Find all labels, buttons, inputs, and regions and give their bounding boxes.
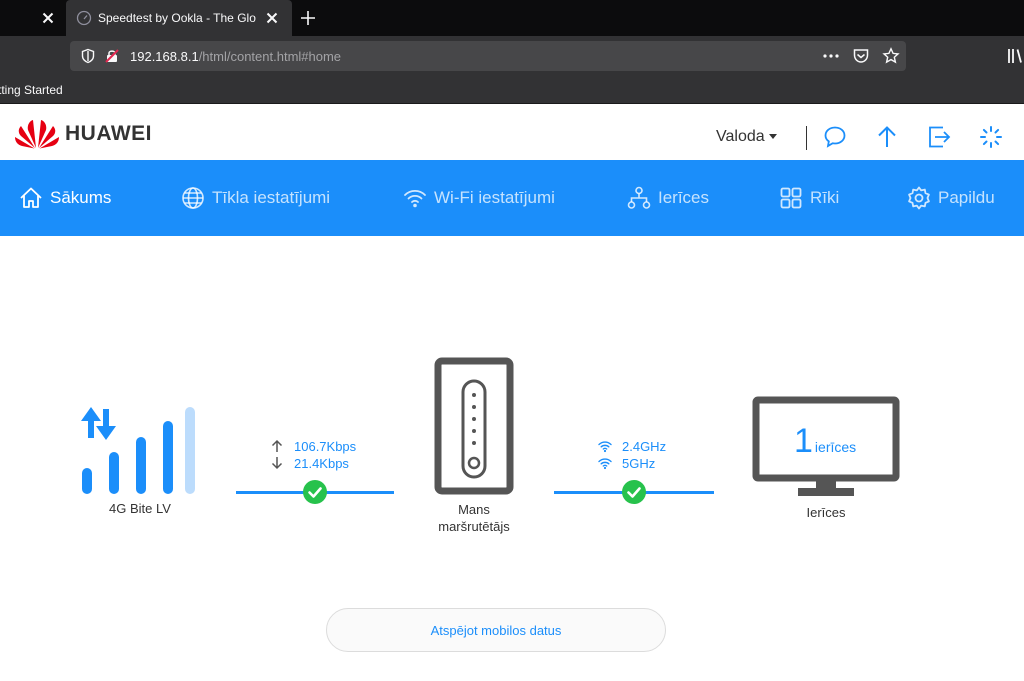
- language-dropdown[interactable]: Valoda: [716, 128, 777, 146]
- nav-label: Tīkla iestatījumi: [212, 188, 331, 207]
- wifi-band-5: 5GHz: [598, 455, 655, 471]
- signal-bar: [163, 421, 173, 494]
- message-icon[interactable]: [822, 124, 848, 150]
- library-icon[interactable]: [1006, 46, 1024, 66]
- nav-item-network-settings[interactable]: Tīkla iestatījumi: [180, 184, 330, 212]
- wifi-band-5-value: 5GHz: [622, 455, 656, 471]
- nav-label: Wi-Fi iestatījumi: [434, 188, 555, 207]
- browser-tab-bar: Speedtest by Ookla - The Global Broadban…: [0, 0, 1024, 36]
- bookmark-star-icon[interactable]: [882, 47, 900, 65]
- huawei-logo: HUAWEI: [14, 117, 164, 149]
- nav-label: Papildu: [938, 188, 995, 207]
- gear-icon: [908, 186, 930, 210]
- speedometer-icon: [76, 10, 92, 26]
- loading-icon[interactable]: [978, 124, 1004, 150]
- router-header: HUAWEI Valoda: [0, 104, 1024, 160]
- globe-icon: [182, 187, 204, 209]
- main-navigation: Sākums Tīkla iestatījumi Wi-Fi iestatīju…: [0, 160, 1024, 236]
- nav-item-advanced[interactable]: Papildu: [906, 184, 995, 212]
- pocket-icon[interactable]: [852, 47, 870, 65]
- logout-icon[interactable]: [926, 124, 952, 150]
- signal-bar-inactive: [185, 407, 195, 494]
- signal-bar: [82, 468, 92, 494]
- nav-label: Ierīces: [658, 188, 710, 207]
- new-tab-icon[interactable]: [298, 8, 318, 28]
- signal-strength-icon: [81, 407, 195, 494]
- wifi-status-check-icon: [622, 480, 646, 504]
- url-bar[interactable]: 192.168.8.1/html/content.html#home: [70, 41, 906, 71]
- wifi-icon: [598, 458, 612, 470]
- signal-bar: [109, 452, 119, 494]
- wan-status-check-icon: [303, 480, 327, 504]
- url-actions: [822, 47, 900, 65]
- language-label: Valoda: [716, 128, 765, 145]
- connected-devices-count[interactable]: 1 ierīces: [794, 422, 856, 461]
- arrow-down-icon: [271, 457, 283, 470]
- device-count-unit: ierīces: [814, 439, 857, 455]
- upload-icon[interactable]: [874, 124, 900, 150]
- disable-mobile-data-button[interactable]: Atspējot mobilos datus: [326, 608, 666, 652]
- wifi-band-24: 2.4GHz: [598, 438, 666, 454]
- wifi-icon: [598, 441, 612, 453]
- download-rate-value: 21.4Kbps: [294, 455, 349, 471]
- download-rate: 21.4Kbps: [270, 455, 349, 471]
- devices-label: Ierīces: [806, 505, 846, 520]
- network-name: 4G Bite LV: [109, 501, 171, 516]
- upload-rate-value: 106.7Kbps: [294, 438, 357, 454]
- browser-navigation-bar: 192.168.8.1/html/content.html#home: [0, 36, 1024, 76]
- caret-down-icon: [768, 134, 777, 140]
- signal-bar: [136, 437, 146, 494]
- bookmark-getting-started[interactable]: Getting Started: [0, 83, 63, 97]
- bookmarks-toolbar: Getting Started: [0, 76, 1024, 104]
- router-label-line2: maršrutētājs: [438, 519, 510, 534]
- topology-icon: [627, 186, 651, 209]
- upload-rate: 106.7Kbps: [270, 438, 356, 454]
- upload-arrow-icon: [81, 407, 101, 438]
- huawei-flower-icon: [15, 120, 59, 149]
- page-actions-icon[interactable]: [822, 47, 840, 65]
- nav-item-devices[interactable]: Ierīces: [626, 184, 709, 212]
- url-path: /html/content.html#home: [198, 49, 342, 64]
- close-tab-icon[interactable]: [264, 10, 280, 26]
- wifi-icon: [404, 189, 426, 208]
- tools-icon: [780, 187, 802, 209]
- nav-item-tools[interactable]: Rīki: [778, 184, 839, 212]
- nav-label: Rīki: [810, 188, 840, 207]
- nav-item-wifi-settings[interactable]: Wi-Fi iestatījumi: [402, 184, 555, 212]
- header-divider: [806, 126, 807, 150]
- home-icon: [20, 187, 42, 208]
- nav-item-home[interactable]: Sākums: [18, 184, 111, 212]
- tracking-shield-icon[interactable]: [80, 48, 96, 64]
- browser-tab-previous[interactable]: [0, 0, 66, 36]
- router-label-line1: Mans: [458, 502, 490, 517]
- close-tab-icon[interactable]: [40, 10, 56, 26]
- insecure-lock-icon[interactable]: [104, 48, 120, 64]
- brand-name: HUAWEI: [65, 122, 152, 145]
- device-count-number: 1: [794, 422, 813, 460]
- url-host: 192.168.8.1: [130, 49, 199, 64]
- browser-tab-speedtest[interactable]: Speedtest by Ookla - The Global Broadban…: [66, 0, 292, 36]
- arrow-up-icon: [271, 439, 283, 452]
- wifi-band-24-value: 2.4GHz: [622, 438, 667, 454]
- router-device-icon[interactable]: [434, 357, 514, 495]
- download-arrow-icon: [96, 409, 116, 440]
- tab-title: Speedtest by Ookla - The Global Broadban…: [98, 11, 256, 25]
- url-text[interactable]: 192.168.8.1/html/content.html#home: [130, 49, 341, 64]
- nav-label: Sākums: [50, 188, 112, 207]
